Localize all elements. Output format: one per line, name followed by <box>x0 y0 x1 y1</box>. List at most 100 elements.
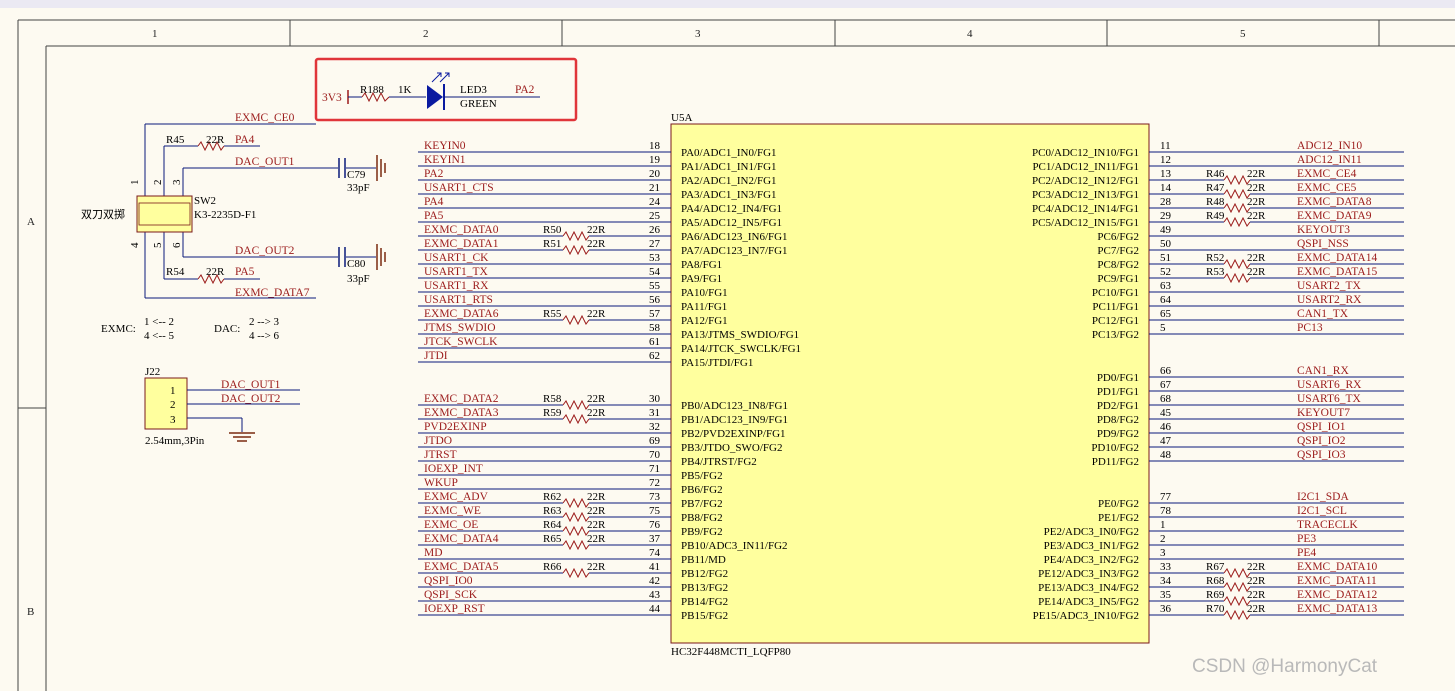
resistor-r65-value: 22R <box>587 533 606 545</box>
resistor-r50-value: 22R <box>587 224 606 236</box>
pin-number-pe-6: 34 <box>1160 575 1172 587</box>
pin-name-pa-0: PA0/ADC1_IN0/FG1 <box>681 147 777 159</box>
pin-number-pb-4: 70 <box>649 449 661 461</box>
pin-number-pa-0: 18 <box>649 140 661 152</box>
pin-name-pe-6: PE13/ADC3_IN4/FG2 <box>1038 582 1139 594</box>
resistor-r64-value: 22R <box>587 519 606 531</box>
resistor-r68-ref: R68 <box>1206 575 1225 587</box>
net-label-pa-4: PA4 <box>424 196 444 208</box>
pin-number-pc-12: 65 <box>1160 308 1172 320</box>
net-label-pb-5: IOEXP_INT <box>424 463 483 475</box>
net-label-pb-6: WKUP <box>424 477 458 489</box>
net-label-pa-6: EXMC_DATA0 <box>424 224 499 236</box>
sw2-part: K3-2235D-F1 <box>194 209 256 221</box>
switch-circuit: 1 2 3 4 5 6 EXMC_CE0 R45 22R PA4 DAC_OUT… <box>81 112 386 299</box>
c80-ref: C80 <box>347 258 366 270</box>
net-label-pe-7: EXMC_DATA12 <box>1297 589 1377 601</box>
pin-name-pe-0: PE0/FG2 <box>1098 498 1139 510</box>
pin-number-pb-11: 74 <box>649 547 661 559</box>
pin-number-pb-12: 41 <box>649 561 660 573</box>
border-col-5: 5 <box>1240 28 1246 40</box>
pin-name-pb-2: PB2/PVD2EXINP/FG1 <box>681 428 786 440</box>
pin-name-pa-10: PA10/FG1 <box>681 287 728 299</box>
pin-number-pc-9: 52 <box>1160 266 1171 278</box>
pin-number-pe-1: 78 <box>1160 505 1172 517</box>
pin-number-pc-4: 28 <box>1160 196 1172 208</box>
pin-number-pb-10: 37 <box>649 533 661 545</box>
net-label-pe-1: I2C1_SCL <box>1297 505 1347 517</box>
j22-pin-2: 2 <box>170 399 176 411</box>
resistor-r55-symbol <box>562 314 590 326</box>
pin-number-pc-10: 63 <box>1160 280 1172 292</box>
net-label-pb-4: JTRST <box>424 449 457 461</box>
pin-number-pa-4: 24 <box>649 196 661 208</box>
pin-number-pc-7: 50 <box>1160 238 1172 250</box>
net-label-pa-9: USART1_TX <box>424 266 489 278</box>
pin-name-pb-12: PB12/FG2 <box>681 568 728 580</box>
mapping-dac-1: 2 --> 3 <box>249 316 280 328</box>
j22-ref: J22 <box>145 366 160 378</box>
resistor-r64-symbol <box>562 525 590 537</box>
net-label-pa-8: USART1_CK <box>424 252 489 264</box>
net-label-pa-1: KEYIN1 <box>424 154 466 166</box>
pin-name-pb-3: PB3/JTDO_SWO/FG2 <box>681 442 782 454</box>
net-label-pc-3: EXMC_CE5 <box>1297 182 1357 194</box>
pin-number-pb-13: 42 <box>649 575 660 587</box>
resistor-r53-value: 22R <box>1247 266 1266 278</box>
border-col-3: 3 <box>695 28 701 40</box>
pin-name-pa-3: PA3/ADC1_IN3/FG1 <box>681 189 777 201</box>
net-label-pe-4: PE4 <box>1297 547 1316 559</box>
net-label-pc-13: PC13 <box>1297 322 1323 334</box>
net-label-pc-1: ADC12_IN11 <box>1297 154 1362 166</box>
resistor-r65-ref: R65 <box>543 533 562 545</box>
pin-number-pc-11: 64 <box>1160 294 1172 306</box>
pin-name-pa-7: PA7/ADC123_IN7/FG1 <box>681 245 788 257</box>
net-label-pc-5: EXMC_DATA9 <box>1297 210 1372 222</box>
resistor-r49-ref: R49 <box>1206 210 1225 222</box>
sw2-pin-1: 1 <box>129 180 141 186</box>
pin-name-pb-6: PB6/FG2 <box>681 484 723 496</box>
net-label-pa-5: PA5 <box>424 210 444 222</box>
mapping-exmc-title: EXMC: <box>101 323 136 335</box>
pin-name-pd-0: PD0/FG1 <box>1097 372 1139 384</box>
resistor-r47-value: 22R <box>1247 182 1266 194</box>
border-row-b: B <box>27 606 34 618</box>
resistor-r48-value: 22R <box>1247 196 1266 208</box>
pin-number-pb-15: 44 <box>649 603 661 615</box>
led-net-pa2: PA2 <box>515 84 535 96</box>
net-label-pd-2: USART6_TX <box>1297 393 1362 405</box>
net-label-pc-9: EXMC_DATA15 <box>1297 266 1377 278</box>
mapping-dac-title: DAC: <box>214 323 240 335</box>
net-label-pb-12: EXMC_DATA5 <box>424 561 499 573</box>
resistor-r59-symbol <box>562 413 590 425</box>
resistor-r62-ref: R62 <box>543 491 561 503</box>
pin-name-pd-1: PD1/FG1 <box>1097 386 1139 398</box>
pin-number-pd-3: 45 <box>1160 407 1172 419</box>
border-col-2: 2 <box>423 28 429 40</box>
pin-name-pb-14: PB14/FG2 <box>681 596 728 608</box>
pin-number-pa-14: 61 <box>649 336 660 348</box>
resistor-r62-symbol <box>562 497 590 509</box>
resistor-r51-symbol <box>562 244 590 256</box>
pin-number-pd-6: 48 <box>1160 449 1172 461</box>
pin-name-pe-2: PE2/ADC3_IN0/FG2 <box>1044 526 1139 538</box>
net-label-pd-6: QSPI_IO3 <box>1297 449 1346 461</box>
resistor-r49-value: 22R <box>1247 210 1266 222</box>
border-col-4: 4 <box>967 28 973 40</box>
pin-number-pc-13: 5 <box>1160 322 1166 334</box>
switch-mapping-notes: EXMC: 1 <-- 2 4 <-- 5 DAC: 2 --> 3 4 -->… <box>101 316 280 342</box>
pin-name-pe-4: PE4/ADC3_IN2/FG2 <box>1044 554 1139 566</box>
j22-net-dac-out1: DAC_OUT1 <box>221 379 281 391</box>
led-resistor-value: 1K <box>398 84 412 96</box>
resistor-r66-value: 22R <box>587 561 606 573</box>
net-label-pb-7: EXMC_ADV <box>424 491 489 503</box>
pin-name-pb-11: PB11/MD <box>681 554 726 566</box>
border-row-a: A <box>27 216 35 228</box>
pin-name-pc-5: PC5/ADC12_IN15/FG1 <box>1032 217 1139 229</box>
pin-name-pa-5: PA5/ADC12_IN5/FG1 <box>681 217 782 229</box>
c80-value: 33pF <box>347 273 370 285</box>
net-pa4: PA4 <box>235 134 255 146</box>
resistor-r59-value: 22R <box>587 407 606 419</box>
net-dac-out2: DAC_OUT2 <box>235 245 295 257</box>
pin-name-pc-3: PC3/ADC12_IN13/FG1 <box>1032 189 1139 201</box>
